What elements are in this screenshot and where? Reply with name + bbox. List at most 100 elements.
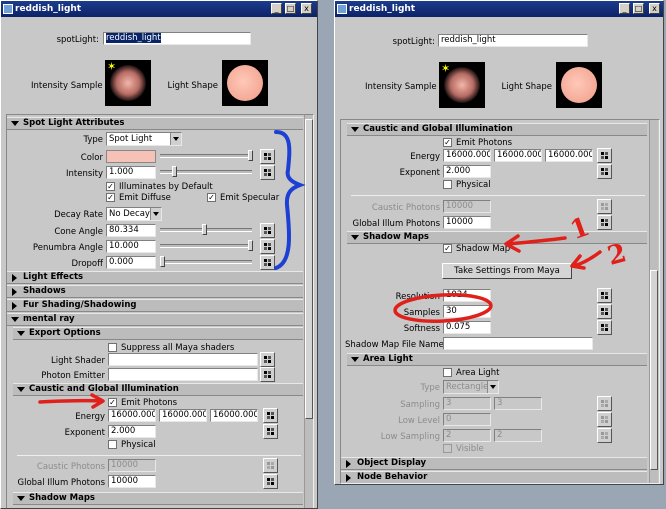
dropoff-slider-track[interactable] xyxy=(160,260,252,264)
scrollbar[interactable] xyxy=(649,120,658,483)
low-sampling-map-button[interactable] xyxy=(597,428,612,443)
maximize-button[interactable]: □ xyxy=(633,3,644,14)
photon-emitter-map-button[interactable] xyxy=(260,367,275,382)
section-spot-light-attributes[interactable]: Spot Light Attributes xyxy=(7,117,303,130)
energy-map-button[interactable] xyxy=(597,148,612,163)
energy-g-field[interactable]: 16000.000 xyxy=(159,409,207,422)
softness-field[interactable]: 0.075 xyxy=(443,321,491,334)
gi-photons-map-button[interactable] xyxy=(263,474,278,489)
node-name-field[interactable]: reddish_light xyxy=(103,32,251,45)
close-button[interactable]: x xyxy=(649,3,660,14)
minimize-button[interactable]: _ xyxy=(619,3,630,14)
section-light-effects[interactable]: Light Effects xyxy=(7,271,303,284)
color-slider-track[interactable] xyxy=(160,154,252,158)
emit-specular-checkbox[interactable]: ✓ xyxy=(207,193,216,202)
energy-b-field[interactable]: 16000.000 xyxy=(210,409,258,422)
energy-b-field[interactable]: 16000.000 xyxy=(545,149,593,162)
decay-rate-dropdown[interactable]: No Decay xyxy=(106,207,162,221)
gi-photons-field[interactable]: 10000 xyxy=(108,475,156,488)
penumbra-angle-field[interactable]: 10.000 xyxy=(106,240,156,253)
energy-r-field[interactable]: 16000.000 xyxy=(108,409,156,422)
intensity-slider-thumb[interactable] xyxy=(172,166,177,177)
dropoff-map-button[interactable] xyxy=(260,255,275,270)
take-settings-button[interactable]: Take Settings From Maya xyxy=(442,263,572,279)
exponent-field[interactable]: 2.000 xyxy=(443,165,491,178)
gi-photons-map-button[interactable] xyxy=(597,215,612,230)
intensity-map-button[interactable] xyxy=(260,165,275,180)
exponent-field[interactable]: 2.000 xyxy=(108,425,156,438)
section-caustic-gi[interactable]: Caustic and Global Illumination xyxy=(347,123,647,136)
sampling-b-field[interactable]: 3 xyxy=(494,397,542,410)
scrollbar[interactable] xyxy=(304,115,313,508)
energy-g-field[interactable]: 16000.000 xyxy=(494,149,542,162)
low-sampling-b-field[interactable]: 2 xyxy=(494,429,542,442)
shadow-map-file-field[interactable] xyxy=(443,337,593,350)
exponent-map-button[interactable] xyxy=(597,164,612,179)
section-node-behavior[interactable]: Node Behavior xyxy=(341,471,647,483)
physical-checkbox[interactable] xyxy=(443,180,452,189)
section-area-light[interactable]: Area Light xyxy=(347,353,647,366)
collapse-arrow-icon xyxy=(12,288,17,296)
softness-map-button[interactable] xyxy=(597,320,612,335)
energy-map-button[interactable] xyxy=(263,408,278,423)
penumbra-map-button[interactable] xyxy=(260,239,275,254)
title-bar[interactable]: reddish_light _ □ x xyxy=(1,1,317,17)
emit-diffuse-checkbox[interactable]: ✓ xyxy=(106,193,115,202)
light-shader-map-button[interactable] xyxy=(260,352,275,367)
node-name-field[interactable]: reddish_light xyxy=(438,34,588,47)
cone-angle-map-button[interactable] xyxy=(260,223,275,238)
exponent-map-button[interactable] xyxy=(263,424,278,439)
low-level-field[interactable]: 0 xyxy=(443,413,491,426)
color-slider-thumb[interactable] xyxy=(248,150,253,161)
scrollbar-thumb[interactable] xyxy=(305,119,313,419)
suppress-shaders-checkbox[interactable] xyxy=(108,343,117,352)
caustic-photons-map-button[interactable] xyxy=(597,199,612,214)
samples-field[interactable]: 30 xyxy=(443,305,491,318)
low-sampling-a-field[interactable]: 2 xyxy=(443,429,491,442)
illuminates-default-checkbox[interactable]: ✓ xyxy=(106,182,115,191)
close-button[interactable]: x xyxy=(301,3,312,14)
section-shadow-maps-partial[interactable]: Shadow Maps xyxy=(13,492,303,505)
cone-angle-slider-thumb[interactable] xyxy=(202,224,207,235)
penumbra-slider-thumb[interactable] xyxy=(248,240,253,251)
section-shadow-maps[interactable]: Shadow Maps xyxy=(347,231,647,244)
resolution-field[interactable]: 1024 xyxy=(443,289,491,302)
physical-checkbox[interactable] xyxy=(108,440,117,449)
section-object-display[interactable]: Object Display xyxy=(341,457,647,470)
area-type-dropdown[interactable]: Rectangle xyxy=(443,380,499,394)
sampling-a-field[interactable]: 3 xyxy=(443,397,491,410)
gi-photons-field[interactable]: 10000 xyxy=(443,216,491,229)
emit-photons-checkbox[interactable]: ✓ xyxy=(443,138,452,147)
maximize-button[interactable]: □ xyxy=(285,3,296,14)
dropoff-slider-thumb[interactable] xyxy=(160,256,165,267)
visible-checkbox[interactable] xyxy=(443,444,452,453)
section-caustic-gi[interactable]: Caustic and Global Illumination xyxy=(13,383,303,396)
section-mental-ray[interactable]: mental ray xyxy=(7,313,303,326)
type-dropdown[interactable]: Spot Light xyxy=(106,132,182,146)
caustic-photons-field[interactable]: 10000 xyxy=(443,200,491,213)
resolution-map-button[interactable] xyxy=(597,288,612,303)
cone-angle-field[interactable]: 80.334 xyxy=(106,224,156,237)
caustic-photons-field[interactable]: 10000 xyxy=(108,459,156,472)
title-bar[interactable]: reddish_light _ □ x xyxy=(335,1,663,17)
low-level-map-button[interactable] xyxy=(597,412,612,427)
samples-map-button[interactable] xyxy=(597,304,612,319)
color-map-button[interactable] xyxy=(260,149,275,164)
sampling-map-button[interactable] xyxy=(597,396,612,411)
dropoff-field[interactable]: 0.000 xyxy=(106,256,156,269)
light-shader-field[interactable] xyxy=(108,353,258,366)
section-fur-shading[interactable]: Fur Shading/Shadowing xyxy=(7,299,303,312)
section-shadows[interactable]: Shadows xyxy=(7,285,303,298)
area-light-checkbox[interactable] xyxy=(443,368,452,377)
photon-emitter-field[interactable] xyxy=(108,368,258,381)
caustic-photons-map-button[interactable] xyxy=(263,458,278,473)
scrollbar-thumb[interactable] xyxy=(650,270,658,470)
penumbra-slider-track[interactable] xyxy=(160,244,252,248)
intensity-field[interactable]: 1.000 xyxy=(106,166,156,179)
color-swatch[interactable] xyxy=(106,150,156,163)
section-export-options[interactable]: Export Options xyxy=(13,327,303,340)
shadow-map-checkbox[interactable]: ✓ xyxy=(443,244,452,253)
minimize-button[interactable]: _ xyxy=(271,3,282,14)
emit-photons-checkbox[interactable]: ✓ xyxy=(108,398,117,407)
energy-r-field[interactable]: 16000.000 xyxy=(443,149,491,162)
